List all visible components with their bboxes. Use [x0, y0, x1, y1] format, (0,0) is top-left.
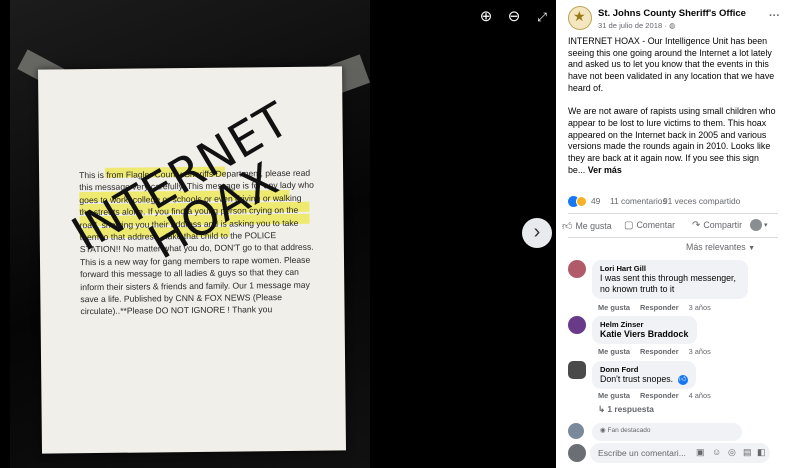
comment-bubble: Lori Hart Gill I was sent this through m…: [592, 260, 748, 299]
chevron-down-icon: ▾: [764, 222, 768, 230]
comment-time[interactable]: 3 años: [689, 347, 711, 356]
sticker-smile-icon[interactable]: ◧: [757, 447, 766, 458]
more-options-icon[interactable]: ···: [769, 10, 780, 22]
post-paragraph-2: We are not aware of rapists using small …: [568, 106, 776, 176]
comment-like-link[interactable]: Me gusta: [598, 347, 630, 356]
chevron-down-icon: ▼: [748, 245, 756, 252]
next-photo-button[interactable]: ›: [522, 218, 552, 248]
comment-item: Donn Ford Don't trust snopes. 👍︎ Me gust…: [568, 361, 780, 419]
post-paragraph-1: INTERNET HOAX - Our Intelligence Unit ha…: [568, 36, 775, 93]
sticker-icon[interactable]: ▣: [696, 447, 705, 458]
comment-bubble: ◉ Fan destacado: [592, 423, 742, 441]
comment-meta: Me gusta Responder 3 años: [598, 347, 721, 356]
avatar[interactable]: [568, 316, 586, 334]
page-name-link[interactable]: St. Johns County Sheriff's Office: [598, 8, 746, 19]
comment-meta: Me gusta Responder 4 años: [598, 391, 721, 400]
comment-item: Helm Zinser Katie Viers Braddock Me gust…: [568, 316, 780, 358]
like-reaction-icon[interactable]: 👍︎: [677, 374, 688, 385]
post-body: INTERNET HOAX - Our Intelligence Unit ha…: [568, 36, 776, 188]
comment-text: Don't trust snopes. 👍︎: [600, 374, 688, 385]
emoji-icon[interactable]: ☺: [712, 447, 721, 457]
avatar[interactable]: [568, 361, 586, 379]
featured-label: Fan destacado: [607, 427, 651, 434]
post-stats: 49 11 comentarios 91 veces compartido: [568, 196, 778, 208]
wow-reaction-icon[interactable]: [576, 196, 587, 207]
reply-arrow-icon: ↳: [598, 404, 608, 414]
flyer-paper: This is from Flagler County Sheriffs Dep…: [37, 66, 347, 454]
share-label: Compartir: [703, 220, 743, 230]
post-panel: St. Johns County Sheriff's Office 31 de …: [556, 0, 788, 468]
share-count[interactable]: 91 veces compartido: [663, 196, 740, 206]
replies-count: 1 respuesta: [607, 404, 654, 414]
comment-sort-dropdown[interactable]: Más relevantes ▼: [686, 242, 755, 252]
comment-input[interactable]: Escribe un comentari... ▣ ☺ ◎ ▤ ◧: [590, 443, 770, 463]
avatar[interactable]: [568, 423, 584, 439]
comment-author[interactable]: Lori Hart Gill: [600, 264, 740, 273]
zoom-in-icon[interactable]: ⊕: [477, 8, 495, 26]
fullscreen-icon[interactable]: ⤢: [533, 8, 551, 26]
camera-icon[interactable]: ◎: [728, 447, 736, 458]
page-avatar[interactable]: [568, 6, 592, 30]
post-header: St. Johns County Sheriff's Office 31 de …: [568, 6, 780, 32]
comment-meta: Me gusta Responder 3 años: [598, 303, 721, 312]
comment-text: Katie Viers Braddock: [600, 329, 689, 340]
post-timestamp[interactable]: 31 de julio de 2018 · ◍: [598, 21, 676, 30]
globe-icon: ◍: [668, 21, 676, 30]
comment-time[interactable]: 3 años: [689, 303, 711, 312]
audience-selector[interactable]: ▾: [750, 219, 768, 231]
post-photo: This is from Flagler County Sheriffs Dep…: [10, 0, 370, 468]
comment-item: Lori Hart Gill I was sent this through m…: [568, 260, 780, 312]
comment-time[interactable]: 4 años: [689, 391, 711, 400]
comment-icon: ▢: [624, 220, 634, 231]
comment-input-placeholder: Escribe un comentari...: [598, 448, 686, 458]
avatar[interactable]: [568, 260, 586, 278]
like-label: Me gusta: [575, 221, 612, 231]
comment-button[interactable]: ▢ Comentar: [624, 220, 675, 231]
view-replies-link[interactable]: ↳ 1 respuesta: [598, 404, 654, 414]
share-button[interactable]: ↷ Compartir: [692, 220, 742, 231]
share-icon: ↷: [692, 220, 701, 231]
featured-badge: ◉ Fan destacado: [600, 426, 734, 434]
zoom-out-icon[interactable]: ⊖: [505, 8, 523, 26]
comment-text: I was sent this through messenger, no kn…: [600, 273, 736, 294]
mentioned-user-link[interactable]: Katie Viers Braddock: [600, 329, 688, 339]
comment-reply-link[interactable]: Responder: [640, 303, 679, 312]
see-more-link[interactable]: Ver más: [588, 165, 622, 175]
thumbs-up-icon: 👍︎: [562, 221, 573, 232]
current-user-avatar[interactable]: [568, 444, 586, 462]
like-button[interactable]: 👍︎ Me gusta: [562, 220, 612, 232]
reaction-count[interactable]: 49: [591, 196, 600, 206]
comment-like-link[interactable]: Me gusta: [598, 391, 630, 400]
chevron-right-icon: ›: [533, 221, 541, 243]
comment-author[interactable]: Helm Zinser: [600, 320, 689, 329]
comment-reply-link[interactable]: Responder: [640, 391, 679, 400]
sort-label: Más relevantes: [686, 242, 746, 252]
audience-avatar-icon: [750, 219, 762, 231]
comment-bubble: Helm Zinser Katie Viers Braddock: [592, 316, 697, 344]
post-actions: 👍︎ Me gusta ▢ Comentar ↷ Compartir ▾: [560, 218, 784, 236]
comment-bubble: Donn Ford Don't trust snopes. 👍︎: [592, 361, 696, 389]
comment-reply-link[interactable]: Responder: [640, 347, 679, 356]
gif-icon[interactable]: ▤: [743, 447, 752, 458]
comment-author[interactable]: Donn Ford: [600, 365, 688, 374]
photo-viewer: This is from Flagler County Sheriffs Dep…: [0, 0, 556, 468]
comment-item: ◉ Fan destacado: [568, 423, 780, 441]
comment-label: Comentar: [636, 220, 676, 230]
post-date-text: 31 de julio de 2018 ·: [598, 21, 669, 30]
comment-text-content: Don't trust snopes.: [600, 374, 674, 384]
comment-like-link[interactable]: Me gusta: [598, 303, 630, 312]
divider: [568, 213, 778, 214]
divider: [568, 237, 778, 238]
comment-count[interactable]: 11 comentarios: [610, 196, 667, 206]
